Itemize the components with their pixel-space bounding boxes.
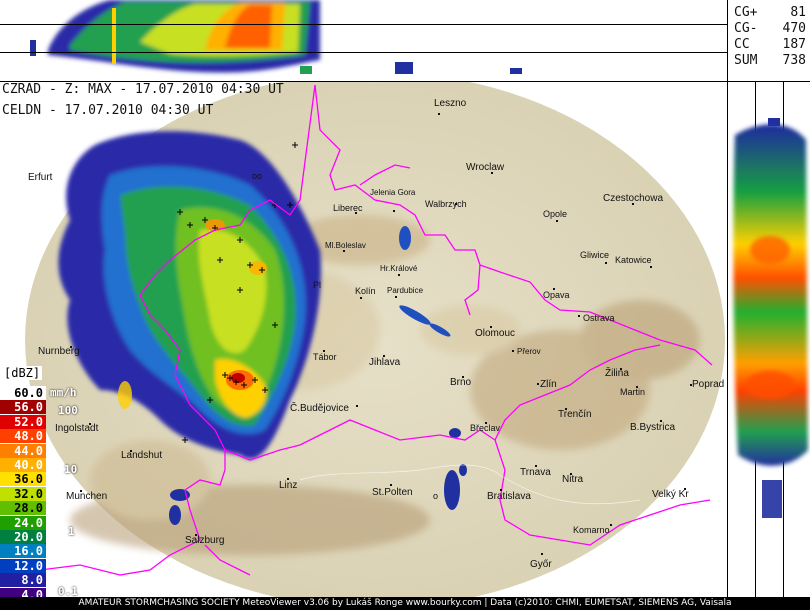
city-poprad: Poprad: [692, 379, 724, 390]
top-cross-section: [0, 0, 810, 82]
legend-level: 48.0: [0, 429, 46, 444]
city-nitra: Nitra: [562, 474, 584, 485]
city-martin: Martin: [620, 387, 645, 397]
city-wroclaw: Wroclaw: [466, 162, 505, 173]
city-pardubice: Pardubice: [387, 286, 424, 295]
city-kolin: Kolín: [355, 286, 376, 296]
legend-rain-10: 10: [64, 463, 78, 476]
city-erfurt: Erfurt: [28, 172, 53, 183]
legend-level: 44.0: [0, 443, 46, 458]
city-st-polten: St.Polten: [372, 487, 413, 498]
meteoviewer-window: Leszno Wroclaw Jelenia Gora Walbrzych Li…: [0, 0, 810, 610]
legend-level: 8.0: [0, 573, 46, 588]
city-jihlava: Jihlava: [369, 357, 401, 368]
right-cross-section: [727, 82, 810, 597]
city-walbrzych: Walbrzych: [425, 199, 467, 209]
legend-level: 28.0: [0, 501, 46, 516]
city-partial-pl: Pl: [313, 280, 321, 290]
legend-level: 16.0: [0, 544, 46, 559]
city-liberec: Liberec: [333, 203, 363, 213]
city-katowice: Katowice: [615, 255, 652, 265]
dbz-legend: [dBZ] 60.0 56.0 52.0 48.0 44.0 40.0 36.0 32.0 28…: [0, 366, 82, 610]
legend-rain-unit: mm/h: [50, 386, 77, 399]
city-zlin: Zlín: [540, 379, 557, 390]
city-leszno: Leszno: [434, 98, 467, 109]
legend-rain-100: 100: [58, 404, 78, 417]
legend-rain-1: 1: [68, 525, 75, 538]
city-brno: Brno: [450, 377, 472, 388]
city-czestochowa: Czestochowa: [603, 193, 663, 204]
legend-level: 20.0: [0, 530, 46, 544]
legend-level: 52.0: [0, 414, 46, 429]
city-partial-o: o: [433, 491, 438, 501]
city-ostrava: Ostrava: [583, 313, 615, 323]
legend-level: 36.0: [0, 472, 46, 487]
city-trencin: Trenčín: [558, 409, 592, 420]
lightning-stats-panel: CG+ 81 CG- 470 CC 187 SUM 738: [727, 0, 810, 82]
city-velky-kr: Velký Kr: [652, 489, 689, 500]
city-gliwice: Gliwice: [580, 250, 609, 260]
legend-level: 40.0: [0, 458, 46, 472]
city-b-bystrica: B.Bystrica: [630, 422, 675, 433]
lightning-product-title: CELDN - 17.07.2010 04:30 UT: [2, 103, 214, 118]
city-jelenia-gora: Jelenia Gora: [370, 188, 416, 197]
legend-title: [dBZ]: [2, 366, 43, 380]
city-olomouc: Olomouc: [475, 328, 515, 339]
city-ml-boleslav: Ml.Boleslav: [325, 241, 366, 250]
city-tabor: Tábor: [313, 352, 337, 362]
legend-level: 24.0: [0, 515, 46, 530]
city-hr-kralove: Hr.Králové: [380, 264, 418, 273]
city-komarno: Komarno: [573, 525, 610, 535]
legend-level: 56.0: [0, 400, 46, 415]
city-landshut: Landshut: [121, 450, 162, 461]
city-zilina: Žilina: [605, 366, 629, 379]
radar-product-title: CZRAD - Z: MAX - 17.07.2010 04:30 UT: [2, 82, 284, 97]
city-bratislava: Bratislava: [487, 491, 531, 502]
city-opava: Opava: [543, 290, 570, 300]
city-c-budejovice: Č.Budějovice: [290, 401, 349, 414]
city-gyor: Győr: [530, 559, 552, 570]
city-opole: Opole: [543, 209, 567, 219]
footer-credits: AMATEUR STORMCHASING SOCIETY MeteoViewer…: [0, 597, 810, 610]
city-trnava: Trnava: [520, 467, 551, 478]
legend-level: 32.0: [0, 486, 46, 501]
city-linz: Linz: [279, 480, 297, 491]
city-nurnberg: Nurnberg: [38, 346, 80, 357]
legend-level: 12.0: [0, 558, 46, 573]
city-partial-oo: oo: [252, 171, 262, 181]
city-breclav: Břeclav: [470, 423, 501, 433]
city-prerov: Přerov: [517, 347, 541, 356]
city-salzburg: Salzburg: [185, 535, 224, 546]
legend-level: 60.0: [0, 386, 46, 400]
